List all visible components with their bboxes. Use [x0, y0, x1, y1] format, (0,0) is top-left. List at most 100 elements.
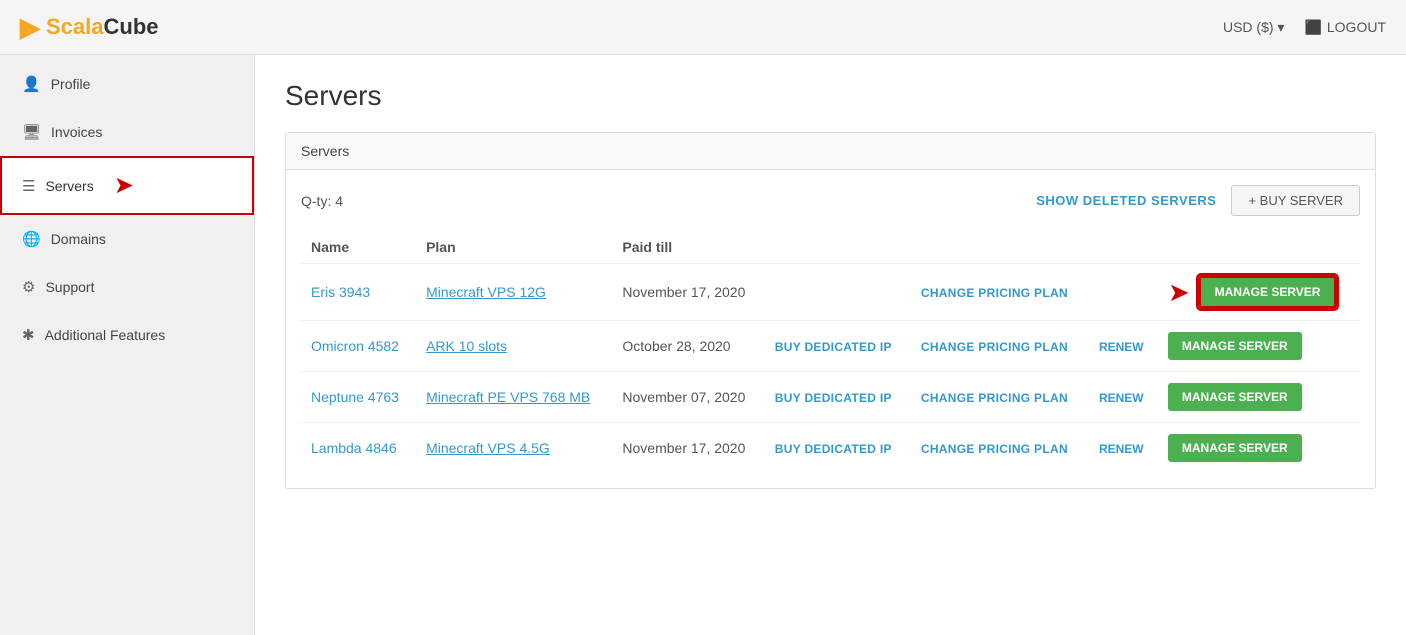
renew-cell: RENEW — [1089, 321, 1158, 372]
header: ▶ ScalaCube USD ($) ▾ ⬛ LOGOUT — [0, 0, 1406, 55]
domains-icon: 🌐 — [22, 230, 41, 248]
logo-cube: Cube — [104, 14, 159, 40]
buy-server-button[interactable]: + BUY SERVER — [1231, 185, 1360, 216]
server-name-link[interactable]: Eris 3943 — [311, 284, 370, 300]
sidebar-label-servers: Servers — [45, 178, 93, 194]
manage-cell: MANAGE SERVER — [1158, 423, 1360, 474]
server-plan-cell: Minecraft PE VPS 768 MB — [416, 372, 612, 423]
manage-server-button[interactable]: MANAGE SERVER — [1168, 383, 1302, 411]
server-name-cell: Neptune 4763 — [301, 372, 416, 423]
sidebar-item-support[interactable]: ⚙ Support — [0, 263, 254, 311]
server-paid-till: November 17, 2020 — [612, 423, 764, 474]
server-name-link[interactable]: Omicron 4582 — [311, 338, 399, 354]
main-content: Servers Servers Q-ty: 4 SHOW DELETED SER… — [255, 55, 1406, 635]
qty-row: Q-ty: 4 SHOW DELETED SERVERS + BUY SERVE… — [301, 185, 1360, 216]
col-name: Name — [301, 231, 416, 264]
logo-scala: Scala — [46, 14, 104, 40]
logout-icon: ⬛ — [1304, 19, 1321, 36]
logo: ▶ ScalaCube — [20, 12, 159, 43]
renew-cell: RENEW — [1089, 372, 1158, 423]
server-plan-cell: Minecraft VPS 4.5G — [416, 423, 612, 474]
server-name-cell: Eris 3943 — [301, 264, 416, 321]
server-paid-till: October 28, 2020 — [612, 321, 764, 372]
sidebar-label-additional: Additional Features — [45, 327, 166, 343]
sidebar-item-servers[interactable]: ☰ Servers ➤ — [0, 156, 254, 215]
sidebar-label-support: Support — [45, 279, 94, 295]
change-pricing-button[interactable]: CHANGE PRICING PLAN — [921, 391, 1068, 405]
server-name-cell: Omicron 4582 — [301, 321, 416, 372]
card-header: Servers — [286, 133, 1375, 170]
manage-server-button[interactable]: MANAGE SERVER — [1198, 275, 1338, 309]
server-name-link[interactable]: Lambda 4846 — [311, 440, 397, 456]
server-paid-till: November 07, 2020 — [612, 372, 764, 423]
change-pricing-cell: CHANGE PRICING PLAN — [911, 423, 1089, 474]
manage-cell: MANAGE SERVER — [1158, 321, 1360, 372]
server-name-link[interactable]: Neptune 4763 — [311, 389, 399, 405]
change-pricing-button[interactable]: CHANGE PRICING PLAN — [921, 286, 1068, 300]
card-body: Q-ty: 4 SHOW DELETED SERVERS + BUY SERVE… — [286, 170, 1375, 488]
buy-dedicated-ip-cell: BUY DEDICATED IP — [765, 372, 911, 423]
currency-button[interactable]: USD ($) ▾ — [1223, 19, 1284, 36]
change-pricing-button[interactable]: CHANGE PRICING PLAN — [921, 442, 1068, 456]
col-actions4 — [1158, 231, 1360, 264]
sidebar: 👤 Profile 🖥 Invoices ☰ Servers ➤ 🌐 Domai… — [0, 55, 255, 635]
logout-button[interactable]: ⬛ LOGOUT — [1304, 19, 1386, 36]
buy-dedicated-ip-button[interactable]: BUY DEDICATED IP — [775, 442, 892, 456]
row-arrow-indicator: ➤ — [1168, 277, 1190, 308]
logo-icon: ▶ — [20, 12, 40, 43]
col-actions1 — [765, 231, 911, 264]
buy-dedicated-ip-cell: BUY DEDICATED IP — [765, 321, 911, 372]
buy-dedicated-ip-cell — [765, 264, 911, 321]
header-right: USD ($) ▾ ⬛ LOGOUT — [1223, 19, 1386, 36]
layout: 👤 Profile 🖥 Invoices ☰ Servers ➤ 🌐 Domai… — [0, 55, 1406, 635]
buy-dedicated-ip-button[interactable]: BUY DEDICATED IP — [775, 391, 892, 405]
sidebar-label-profile: Profile — [51, 76, 91, 92]
change-pricing-cell: CHANGE PRICING PLAN — [911, 264, 1089, 321]
change-pricing-cell: CHANGE PRICING PLAN — [911, 321, 1089, 372]
table-row: Lambda 4846 Minecraft VPS 4.5G November … — [301, 423, 1360, 474]
buy-dedicated-ip-button[interactable]: BUY DEDICATED IP — [775, 340, 892, 354]
change-pricing-button[interactable]: CHANGE PRICING PLAN — [921, 340, 1068, 354]
col-actions3 — [1089, 231, 1158, 264]
support-icon: ⚙ — [22, 278, 35, 296]
sidebar-item-invoices[interactable]: 🖥 Invoices — [0, 108, 254, 156]
sidebar-arrow-indicator: ➤ — [114, 171, 134, 200]
sidebar-item-profile[interactable]: 👤 Profile — [0, 60, 254, 108]
server-plan-link[interactable]: ARK 10 slots — [426, 338, 507, 354]
change-pricing-cell: CHANGE PRICING PLAN — [911, 372, 1089, 423]
renew-cell — [1089, 264, 1158, 321]
server-plan-cell: Minecraft VPS 12G — [416, 264, 612, 321]
col-actions2 — [911, 231, 1089, 264]
server-paid-till: November 17, 2020 — [612, 264, 764, 321]
renew-button[interactable]: RENEW — [1099, 340, 1144, 354]
sidebar-label-domains: Domains — [51, 231, 106, 247]
renew-cell: RENEW — [1089, 423, 1158, 474]
renew-button[interactable]: RENEW — [1099, 391, 1144, 405]
server-plan-link[interactable]: Minecraft VPS 4.5G — [426, 440, 550, 456]
invoices-icon: 🖥 — [22, 123, 41, 141]
manage-cell: ➤ MANAGE SERVER — [1158, 264, 1360, 321]
page-title: Servers — [285, 80, 1376, 112]
sidebar-item-additional[interactable]: ✱ Additional Features — [0, 311, 254, 359]
server-plan-link[interactable]: Minecraft VPS 12G — [426, 284, 546, 300]
manage-cell: MANAGE SERVER — [1158, 372, 1360, 423]
sidebar-label-invoices: Invoices — [51, 124, 102, 140]
manage-server-button[interactable]: MANAGE SERVER — [1168, 434, 1302, 462]
servers-card: Servers Q-ty: 4 SHOW DELETED SERVERS + B… — [285, 132, 1376, 489]
sidebar-item-domains[interactable]: 🌐 Domains — [0, 215, 254, 263]
qty-label: Q-ty: 4 — [301, 193, 343, 209]
table-row: Omicron 4582 ARK 10 slots October 28, 20… — [301, 321, 1360, 372]
buy-dedicated-ip-cell: BUY DEDICATED IP — [765, 423, 911, 474]
col-plan: Plan — [416, 231, 612, 264]
servers-table: Name Plan Paid till Eris 3943 Minecraft — [301, 231, 1360, 473]
additional-icon: ✱ — [22, 326, 35, 344]
renew-button[interactable]: RENEW — [1099, 442, 1144, 456]
server-plan-cell: ARK 10 slots — [416, 321, 612, 372]
server-plan-link[interactable]: Minecraft PE VPS 768 MB — [426, 389, 590, 405]
show-deleted-button[interactable]: SHOW DELETED SERVERS — [1036, 193, 1216, 208]
servers-icon: ☰ — [22, 177, 35, 195]
table-row: Neptune 4763 Minecraft PE VPS 768 MB Nov… — [301, 372, 1360, 423]
server-name-cell: Lambda 4846 — [301, 423, 416, 474]
profile-icon: 👤 — [22, 75, 41, 93]
manage-server-button[interactable]: MANAGE SERVER — [1168, 332, 1302, 360]
